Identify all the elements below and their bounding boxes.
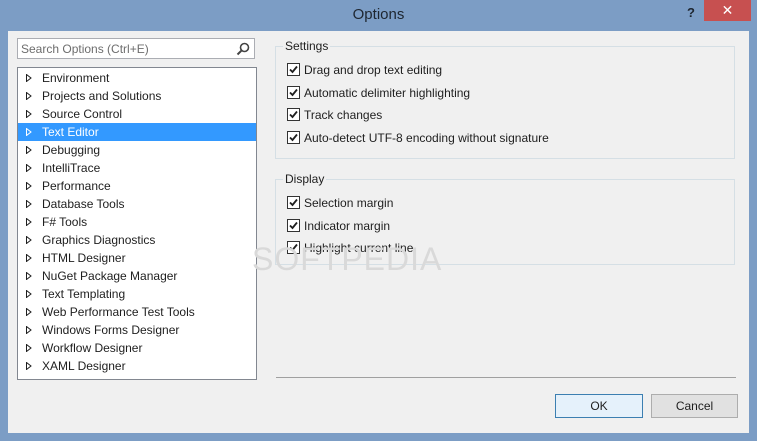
close-button[interactable]: ✕ [704, 0, 751, 21]
tree-item-label: Text Editor [42, 125, 99, 139]
tree-item-label: Windows Forms Designer [42, 323, 180, 337]
search-input[interactable] [18, 39, 231, 58]
tree-item[interactable]: F# Tools [18, 213, 256, 231]
window-title: Options [352, 6, 405, 23]
checkbox[interactable] [287, 241, 300, 254]
settings-group-title: Settings [283, 38, 331, 54]
tree-item[interactable]: Source Control [18, 105, 256, 123]
expand-arrow-icon[interactable] [26, 326, 32, 334]
checkmark-icon [289, 243, 298, 252]
cancel-button[interactable]: Cancel [651, 394, 738, 418]
expand-arrow-icon[interactable] [26, 200, 32, 208]
tree-item[interactable]: NuGet Package Manager [18, 267, 256, 285]
expand-arrow-icon[interactable] [26, 164, 32, 172]
expand-arrow-icon[interactable] [26, 290, 32, 298]
expand-arrow-icon[interactable] [26, 146, 32, 154]
search-icon[interactable] [235, 41, 251, 57]
checkbox-label: Indicator margin [304, 218, 391, 233]
checkmark-icon [289, 221, 298, 229]
checkbox-label: Track changes [304, 108, 383, 122]
tree-item[interactable]: Environment [18, 69, 256, 87]
tree-item-label: Source Control [42, 107, 123, 121]
ok-button[interactable]: OK [555, 394, 643, 418]
expand-arrow-icon[interactable] [26, 110, 32, 118]
tree-item-label: HTML Designer [42, 251, 126, 265]
separator [276, 377, 736, 378]
tree-item[interactable]: Web Performance Test Tools [18, 303, 256, 321]
checkmark-icon [289, 198, 298, 207]
options-tree[interactable]: Environment Projects and Solutions Source … [17, 67, 257, 380]
display-group-title: Display [283, 171, 327, 187]
expand-arrow-icon[interactable] [26, 182, 32, 190]
close-icon: ✕ [721, 2, 734, 18]
tree-item[interactable]: Text Templating [18, 285, 256, 303]
expand-arrow-icon[interactable] [26, 272, 32, 280]
tree-item-label: Database Tools [42, 197, 125, 211]
checkmark-icon [289, 88, 298, 96]
tree-item[interactable]: Windows Forms Designer [18, 321, 256, 339]
checkbox-label: Drag and drop text editing [304, 63, 443, 77]
tree-item[interactable]: IntelliTrace [18, 159, 256, 177]
options-dialog: Options ? ✕ Environment Projects and Solu… [0, 0, 757, 441]
checkbox[interactable] [287, 130, 300, 144]
expand-arrow-icon[interactable] [26, 254, 32, 262]
expand-arrow-icon[interactable] [26, 218, 32, 226]
tree-item-label: Performance [42, 179, 111, 193]
expand-arrow-icon[interactable] [26, 362, 32, 370]
dialog-content: Environment Projects and Solutions Source … [8, 31, 749, 433]
tree-item-label: NuGet Package Manager [42, 269, 178, 283]
tree-item[interactable]: Projects and Solutions [18, 87, 256, 105]
expand-arrow-icon[interactable] [26, 92, 32, 100]
title-bar[interactable]: Options ? ✕ [0, 0, 757, 31]
tree-item[interactable]: Debugging [18, 141, 256, 159]
tree-item[interactable]: HTML Designer [18, 249, 256, 267]
tree-item[interactable]: Database Tools [18, 195, 256, 213]
expand-arrow-icon[interactable] [26, 344, 32, 352]
checkbox-label: Automatic delimiter highlighting [304, 85, 471, 100]
checkbox-label: Highlight current line [304, 241, 414, 255]
help-button[interactable]: ? [681, 3, 701, 23]
tree-item-label: Environment [42, 71, 110, 85]
tree-item-label: Workflow Designer [42, 341, 143, 355]
expand-arrow-icon[interactable] [26, 128, 32, 136]
tree-item-label: IntelliTrace [42, 161, 101, 175]
checkbox[interactable] [287, 196, 300, 209]
tree-item[interactable]: XAML Designer [18, 357, 256, 375]
expand-arrow-icon[interactable] [26, 236, 32, 244]
tree-item[interactable]: Workflow Designer [18, 339, 256, 357]
tree-item[interactable]: Performance [18, 177, 256, 195]
tree-item-label: Text Templating [42, 287, 126, 301]
checkmark-icon [289, 110, 298, 119]
settings-group: Settings Drag and drop text editing Autom… [275, 38, 735, 159]
checkbox-label: Auto-detect UTF-8 encoding without signa… [304, 130, 549, 145]
tree-item-label: Debugging [42, 143, 101, 157]
tree-item[interactable]: Text Editor [18, 123, 256, 141]
checkbox[interactable] [287, 108, 300, 121]
search-box[interactable] [17, 38, 255, 59]
tree-item[interactable]: Graphics Diagnostics [18, 231, 256, 249]
checkbox[interactable] [287, 63, 300, 76]
checkmark-icon [289, 133, 298, 141]
expand-arrow-icon[interactable] [26, 308, 32, 316]
tree-item-label: XAML Designer [42, 359, 126, 373]
display-group: Display Selection margin Indicator margin… [275, 171, 735, 265]
checkbox[interactable] [287, 85, 300, 99]
expand-arrow-icon[interactable] [26, 74, 32, 82]
checkbox[interactable] [287, 218, 300, 232]
checkbox-label: Selection margin [304, 196, 394, 210]
tree-item-label: Web Performance Test Tools [42, 305, 195, 319]
tree-item-label: F# Tools [42, 215, 88, 229]
tree-item-label: Projects and Solutions [42, 89, 162, 103]
tree-item-label: Graphics Diagnostics [42, 233, 156, 247]
checkmark-icon [289, 65, 298, 74]
